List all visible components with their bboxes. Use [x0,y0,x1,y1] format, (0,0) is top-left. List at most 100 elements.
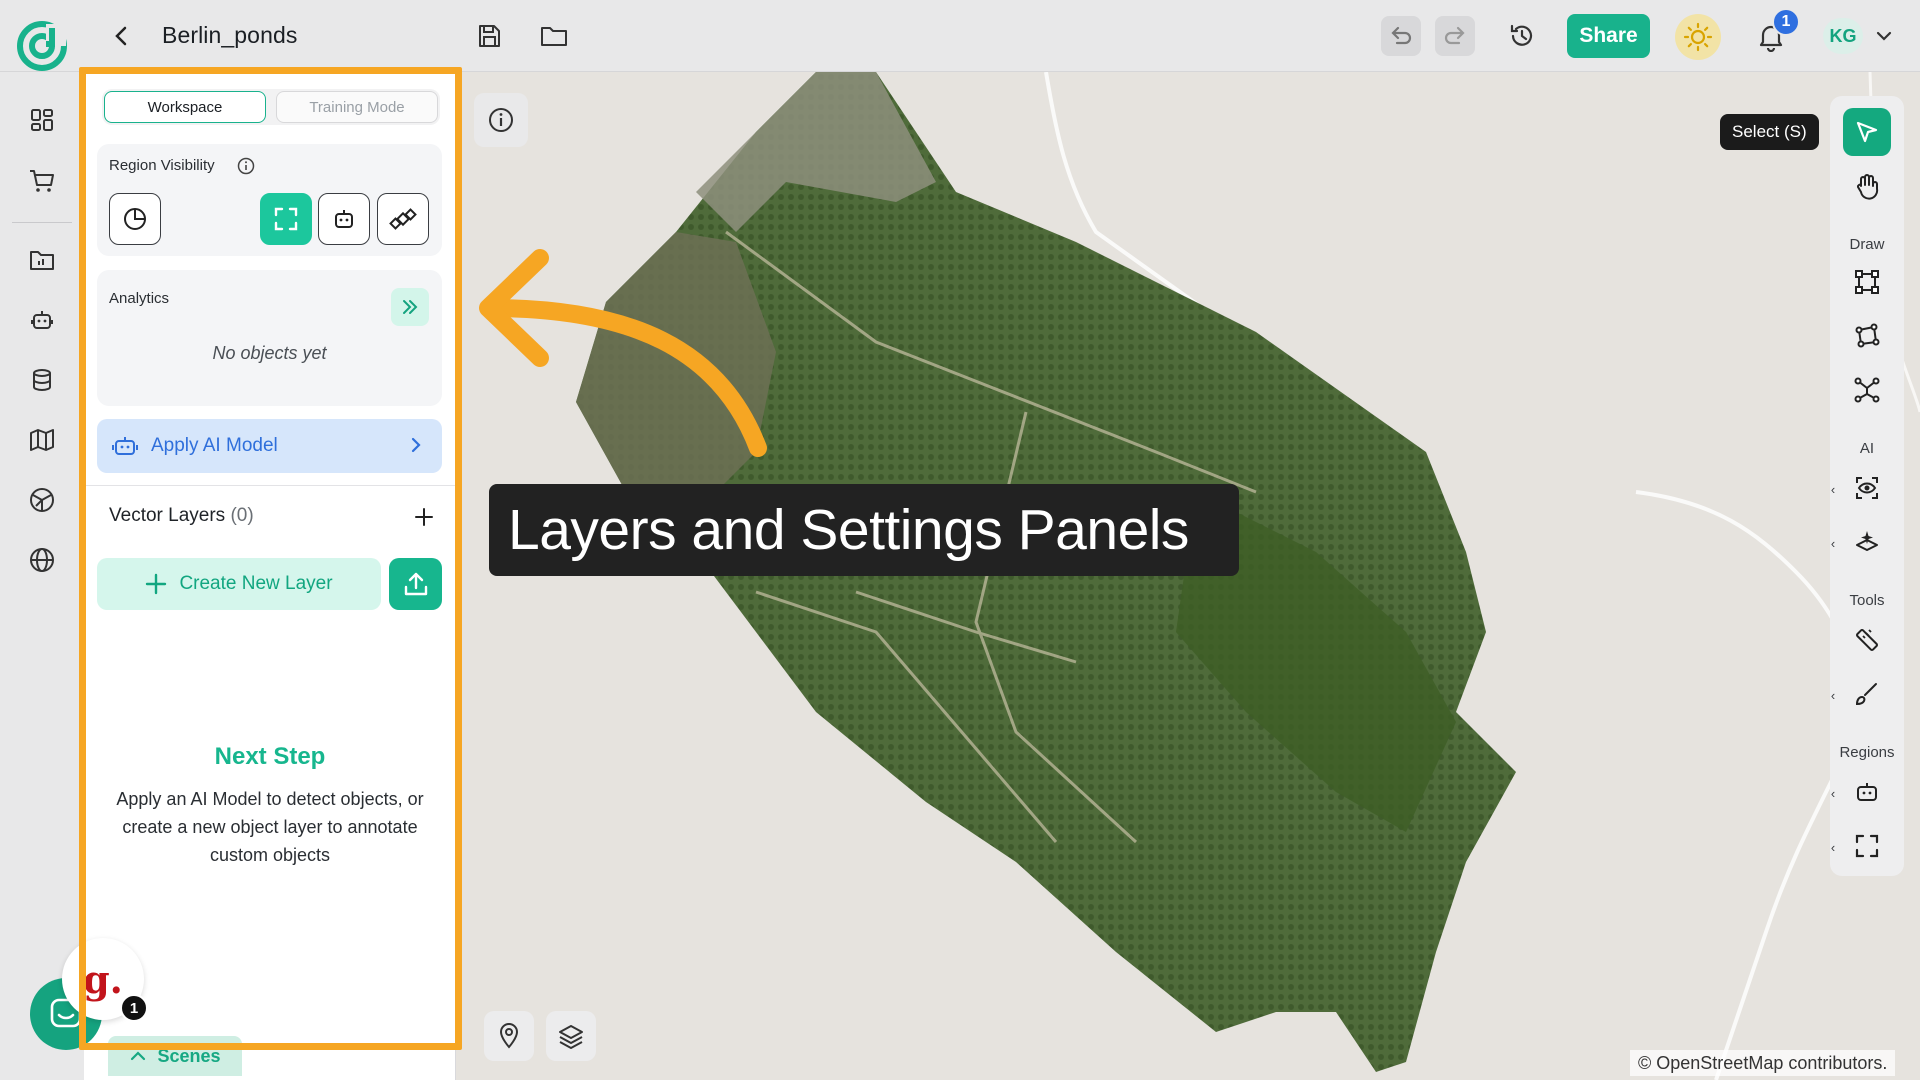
explore-nav-button[interactable] [22,480,62,520]
dashboard-nav-button[interactable] [22,100,62,140]
database-icon [33,369,51,391]
regions-frame-button[interactable] [1843,822,1891,870]
grammar-extension-count: 1 [120,994,148,1022]
region-visibility-title: Region Visibility [109,157,215,174]
select-tooltip: Select (S) [1720,114,1819,150]
folder-chart-icon [30,251,54,270]
region-pie-button[interactable] [109,193,161,245]
apply-ai-model-button[interactable]: Apply AI Model [97,419,442,473]
info-icon [489,108,513,132]
chevron-left-icon[interactable]: ‹ [1827,688,1839,703]
ai-segment-button[interactable] [1843,518,1891,566]
scenes-label: Scenes [157,1045,221,1066]
web-nav-button[interactable] [22,540,62,580]
redo-icon [1444,26,1465,45]
draw-polygon-button[interactable] [1843,312,1891,360]
ai-models-nav-button[interactable] [22,300,62,340]
globe-grid-icon [30,488,54,512]
history-icon [1510,24,1533,46]
history-button[interactable] [1502,16,1542,56]
rail-divider [12,222,72,223]
chevron-left-icon[interactable]: ‹ [1827,840,1839,855]
region-robot-button[interactable] [318,193,370,245]
create-new-layer-label: Create New Layer [179,573,333,594]
share-button[interactable]: Share [1567,14,1650,58]
node-graph-icon [1854,377,1880,403]
scenes-tab[interactable]: Scenes [108,1036,242,1076]
regions-section-label: Regions [1839,744,1895,761]
mode-toggle: Workspace Training Mode [102,89,440,125]
region-focus-button[interactable] [260,193,312,245]
layers-icon [559,1025,583,1049]
datasets-nav-button[interactable] [22,360,62,400]
analytics-card: Analytics No objects yet [97,270,442,406]
chevron-left-icon[interactable]: ‹ [1827,536,1839,551]
cart-icon [30,170,54,192]
back-button[interactable] [106,18,138,54]
eye-scan-icon [1856,477,1878,499]
analytics-empty-text: No objects yet [212,343,327,363]
app-logo-icon[interactable] [16,20,68,72]
map-attribution[interactable]: © OpenStreetMap contributors. [1630,1050,1896,1076]
focus-frame-icon [274,207,298,231]
region-satellite-button[interactable] [377,193,429,245]
chevron-left-icon[interactable]: ‹ [1827,482,1839,497]
chevron-right-icon [411,437,421,453]
sun-icon [1683,22,1713,52]
draw-rectangle-button[interactable] [1843,258,1891,306]
redo-button[interactable] [1435,16,1475,56]
plus-icon [146,573,167,595]
pie-clock-icon [124,208,146,230]
undo-icon [1391,26,1412,45]
undo-button[interactable] [1381,16,1421,56]
next-step-title: Next Step [214,743,326,770]
chevron-left-icon[interactable]: ‹ [1827,786,1839,801]
brush-tool-button[interactable] [1843,670,1891,718]
projects-nav-button[interactable] [22,240,62,280]
draw-mesh-button[interactable] [1843,366,1891,414]
region-visibility-card: Region Visibility [97,144,442,256]
basemap-layers-button[interactable] [546,1011,596,1061]
magic-layers-icon [1856,531,1878,551]
workspace-mode-tab[interactable]: Workspace [104,91,266,123]
next-step-description: Apply an AI Model to detect objects, or … [116,789,424,865]
polygon-icon [1855,323,1880,348]
draw-section-label: Draw [1849,236,1885,253]
create-new-layer-button[interactable]: Create New Layer [97,558,381,610]
project-title: Berlin_ponds [162,22,298,48]
locate-button[interactable] [484,1011,534,1061]
robot-icon [1857,783,1877,801]
map-icon [30,429,54,451]
theme-toggle-button[interactable] [1675,14,1721,60]
save-button[interactable] [469,16,509,56]
training-mode-tab[interactable]: Training Mode [276,91,438,123]
select-tool-button[interactable] [1843,108,1891,156]
map-canvas[interactable] [456,72,1920,1080]
satellite-icon [389,208,417,230]
ruler-icon [1856,629,1878,651]
focus-frame-icon [1855,834,1879,858]
measure-tool-button[interactable] [1843,616,1891,664]
open-folder-button[interactable] [534,16,574,56]
maps-nav-button[interactable] [22,420,62,460]
user-avatar[interactable]: KG [1823,18,1863,54]
vector-layers-title: Vector Layers (0) [109,505,254,527]
dashboard-icon [31,109,53,131]
ai-detect-button[interactable] [1843,464,1891,512]
save-icon [479,25,500,47]
analytics-expand-button[interactable] [391,288,429,326]
map-info-button[interactable] [474,93,528,147]
marketplace-nav-button[interactable] [22,161,62,201]
map-background [576,72,1920,1080]
upload-layer-button[interactable] [389,558,442,610]
globe-icon [30,548,54,572]
chevron-down-icon[interactable] [1872,24,1896,48]
pan-tool-button[interactable] [1843,162,1891,210]
robot-icon [31,311,53,329]
regions-robot-button[interactable] [1843,768,1891,816]
robot-icon [335,210,353,228]
chevron-left-icon [115,26,127,46]
info-icon[interactable] [237,157,255,175]
add-vector-layer-button[interactable] [410,503,438,531]
vector-layers-label: Vector Layers [109,505,226,526]
